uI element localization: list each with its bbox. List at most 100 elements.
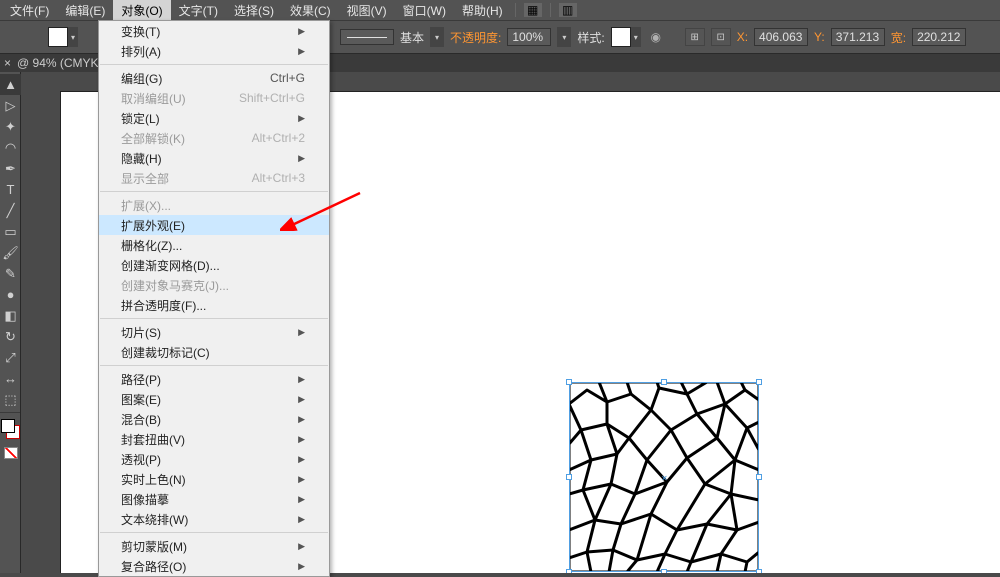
chevron-down-icon[interactable]: ▾ (430, 27, 444, 47)
align-icon[interactable]: ⊞ (685, 28, 705, 46)
submenu-arrow-icon: ▶ (298, 434, 305, 445)
menu-item[interactable]: 变换(T)▶ (99, 21, 329, 41)
draw-mode-icon[interactable] (0, 445, 21, 461)
chevron-down-icon: ▾ (68, 27, 78, 47)
menu-item[interactable]: 图案(E)▶ (99, 389, 329, 409)
menu-item[interactable]: 扩展外观(E) (99, 215, 329, 235)
menu-item-label: 路径(P) (121, 371, 161, 388)
workspace-icon[interactable]: ▦ (524, 3, 542, 17)
scale-tool[interactable]: ⤢ (0, 347, 21, 368)
menu-window[interactable]: 窗口(W) (395, 0, 454, 21)
close-icon[interactable]: × (4, 56, 11, 70)
menu-item[interactable]: 编组(G)Ctrl+G (99, 68, 329, 88)
line-tool[interactable]: ╱ (0, 200, 21, 221)
fill-swatch[interactable]: ▾ (48, 27, 78, 47)
menu-item: 扩展(X)... (99, 195, 329, 215)
magic-wand-tool[interactable]: ✦ (0, 116, 21, 137)
menu-item[interactable]: 拼合透明度(F)... (99, 295, 329, 315)
menu-item[interactable]: 剪切蒙版(M) ▶ (99, 536, 329, 556)
menu-item-label: 取消编组(U) (121, 90, 186, 107)
resize-handle[interactable] (661, 379, 667, 385)
menu-item[interactable]: 透视(P)▶ (99, 449, 329, 469)
menu-item[interactable]: 复合路径(O)▶ (99, 556, 329, 576)
recolor-icon[interactable]: ◉ (647, 28, 665, 46)
opacity-input[interactable] (507, 28, 551, 46)
layout-icon[interactable]: ▥ (559, 3, 577, 17)
lasso-tool[interactable]: ◠ (0, 137, 21, 158)
submenu-arrow-icon: ▶ (298, 454, 305, 465)
fill-stroke-swatches[interactable] (0, 419, 21, 445)
menu-item-label: 剪切蒙版(M) (121, 538, 187, 555)
pencil-tool[interactable]: ✎ (0, 263, 21, 284)
menu-item-label: 图案(E) (121, 391, 161, 408)
resize-handle[interactable] (566, 569, 572, 573)
resize-handle[interactable] (566, 379, 572, 385)
menu-item-label: 文本绕排(W) (121, 511, 188, 528)
x-input[interactable] (754, 28, 808, 46)
style-swatch[interactable]: ▾ (611, 27, 641, 47)
resize-handle[interactable] (756, 379, 762, 385)
menu-item[interactable]: 栅格化(Z)... (99, 235, 329, 255)
brush-tool[interactable]: 🖌 (0, 242, 21, 263)
object-menu-dropdown: 变换(T)▶排列(A)▶编组(G)Ctrl+G取消编组(U)Shift+Ctrl… (98, 20, 330, 577)
menu-item-label: 创建对象马赛克(J)... (121, 277, 229, 294)
stroke-preset-label: 基本 (400, 29, 424, 46)
blob-tool[interactable]: ● (0, 284, 21, 305)
menu-item[interactable]: 锁定(L)▶ (99, 108, 329, 128)
menu-item[interactable]: 切片(S)▶ (99, 322, 329, 342)
rectangle-tool[interactable]: ▭ (0, 221, 21, 242)
menu-item[interactable]: 混合(B)▶ (99, 409, 329, 429)
fill-color-icon (48, 27, 68, 47)
menu-edit[interactable]: 编辑(E) (57, 0, 113, 21)
menu-item-label: 实时上色(N) (121, 471, 186, 488)
opacity-label[interactable]: 不透明度: (450, 29, 501, 46)
w-input[interactable] (912, 28, 966, 46)
free-transform-tool[interactable]: ⬚ (0, 389, 21, 410)
menu-item-label: 扩展外观(E) (121, 217, 185, 234)
resize-handle[interactable] (756, 474, 762, 480)
menu-view[interactable]: 视图(V) (339, 0, 395, 21)
menu-item-label: 排列(A) (121, 43, 161, 60)
y-input[interactable] (831, 28, 885, 46)
menu-item: 取消编组(U)Shift+Ctrl+G (99, 88, 329, 108)
menu-object[interactable]: 对象(O) (113, 0, 170, 21)
direct-selection-tool[interactable]: ▷ (0, 95, 21, 116)
submenu-arrow-icon: ▶ (298, 541, 305, 552)
menu-item[interactable]: 封套扭曲(V)▶ (99, 429, 329, 449)
resize-handle[interactable] (661, 569, 667, 573)
chevron-down-icon[interactable]: ▾ (557, 27, 571, 47)
menu-item[interactable]: 创建裁切标记(C) (99, 342, 329, 362)
pen-tool[interactable]: ✒ (0, 158, 21, 179)
menubar: 文件(F) 编辑(E) 对象(O) 文字(T) 选择(S) 效果(C) 视图(V… (0, 0, 1000, 20)
menu-effect[interactable]: 效果(C) (282, 0, 339, 21)
menu-item[interactable]: 隐藏(H)▶ (99, 148, 329, 168)
menu-help[interactable]: 帮助(H) (454, 0, 511, 21)
menu-item[interactable]: 路径(P)▶ (99, 369, 329, 389)
menu-item-label: 混合(B) (121, 411, 161, 428)
menu-item[interactable]: 创建渐变网格(D)... (99, 255, 329, 275)
menu-item[interactable]: 排列(A)▶ (99, 41, 329, 61)
menu-item[interactable]: 图像描摹 ▶ (99, 489, 329, 509)
resize-handle[interactable] (756, 569, 762, 573)
menu-shortcut: Ctrl+G (270, 71, 305, 85)
x-label: X: (737, 30, 748, 44)
type-tool[interactable]: T (0, 179, 21, 200)
menu-type[interactable]: 文字(T) (171, 0, 226, 21)
menu-item-label: 图像描摹 (121, 491, 169, 508)
selection-tool[interactable]: ▲ (0, 74, 21, 95)
menu-item: 显示全部Alt+Ctrl+3 (99, 168, 329, 188)
menu-item-label: 切片(S) (121, 324, 161, 341)
menu-select[interactable]: 选择(S) (226, 0, 282, 21)
width-tool[interactable]: ↔ (0, 368, 21, 389)
resize-handle[interactable] (566, 474, 572, 480)
menu-item[interactable]: 文本绕排(W)▶ (99, 509, 329, 529)
selected-object[interactable]: ✕ (569, 382, 759, 572)
eraser-tool[interactable]: ◧ (0, 305, 21, 326)
stroke-style-swatch[interactable] (340, 29, 394, 45)
menu-item[interactable]: 实时上色(N)▶ (99, 469, 329, 489)
transform-anchor-icon[interactable]: ⊡ (711, 28, 731, 46)
rotate-tool[interactable]: ↻ (0, 326, 21, 347)
submenu-arrow-icon: ▶ (298, 494, 305, 505)
menu-file[interactable]: 文件(F) (2, 0, 57, 21)
menu-item: 创建对象马赛克(J)... (99, 275, 329, 295)
